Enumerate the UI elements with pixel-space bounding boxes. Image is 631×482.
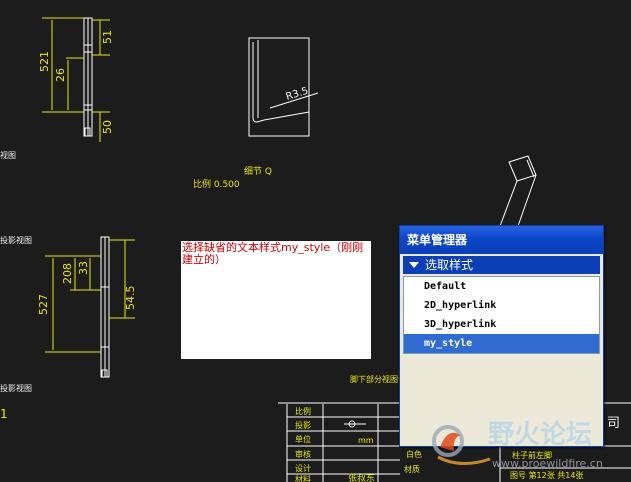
dim-527: 527 — [37, 294, 50, 315]
view-label-num: 1 — [0, 407, 8, 421]
radius-label: R3.5 — [285, 86, 310, 103]
tb-row-6: 材料 — [295, 474, 311, 482]
watermark-logo: 野火论坛 www.proewildfire.cn — [432, 420, 603, 470]
view-label-top: 视图 — [0, 150, 16, 160]
tb-row-1: 比例 — [295, 406, 311, 416]
tb-row-4: 审核 — [295, 449, 311, 459]
detail-view — [248, 37, 319, 137]
iso-view — [499, 155, 537, 227]
tb-row-3: 单位 — [295, 434, 311, 444]
style-list[interactable]: Default 2D_hyperlink 3D_hyperlink my_sty… — [403, 276, 600, 354]
dim-208: 208 — [61, 263, 74, 284]
tb-material: 白色 — [406, 449, 422, 459]
dim-51: 51 — [101, 30, 114, 44]
tb-row-5: 设计 — [295, 463, 311, 473]
instruction-text: 选择缺省的文本样式my_style（刚刚建立的） — [182, 241, 364, 266]
dim-26: 26 — [54, 68, 67, 82]
view-label-mid: 投影视图 — [0, 235, 32, 245]
dimensions-bottom — [45, 239, 135, 353]
style-item-3d-hyperlink[interactable]: 3D_hyperlink — [404, 315, 599, 334]
watermark-url: www.proewildfire.cn — [492, 457, 603, 470]
view-label-low: 投影视图 — [0, 383, 32, 393]
style-item-my-style[interactable]: my_style — [404, 334, 599, 353]
tb-row-2: 投影 — [295, 420, 311, 430]
select-style-command[interactable]: 选取样式 — [403, 256, 600, 274]
menu-manager-title[interactable]: 菜单管理器 — [400, 226, 603, 254]
scale-label: 比例 0.500 — [193, 178, 240, 190]
detail-label: 细节 Q — [244, 165, 272, 177]
part-view-top — [83, 17, 93, 137]
dim-50: 50 — [101, 120, 114, 134]
instruction-note: 选择缺省的文本样式my_style（刚刚建立的） — [181, 241, 371, 359]
dim-33: 33 — [77, 261, 90, 275]
foot-view-label: 脚下部分视图设 — [350, 374, 406, 384]
collapse-triangle-icon[interactable] — [409, 262, 419, 268]
dim-521: 521 — [38, 51, 51, 72]
dim-54-5: 54.5 — [124, 286, 137, 311]
tb-designer: 张叔东 — [348, 472, 375, 482]
watermark-brand: 野火论坛 — [488, 420, 592, 450]
select-style-label: 选取样式 — [425, 258, 474, 272]
dimensions-top — [42, 17, 110, 142]
part-view-bottom — [100, 236, 110, 378]
tb-unit: mm — [358, 436, 374, 445]
style-item-default[interactable]: Default — [404, 277, 599, 296]
style-item-2d-hyperlink[interactable]: 2D_hyperlink — [404, 296, 599, 315]
tb-material-label: 材质 — [404, 464, 420, 474]
